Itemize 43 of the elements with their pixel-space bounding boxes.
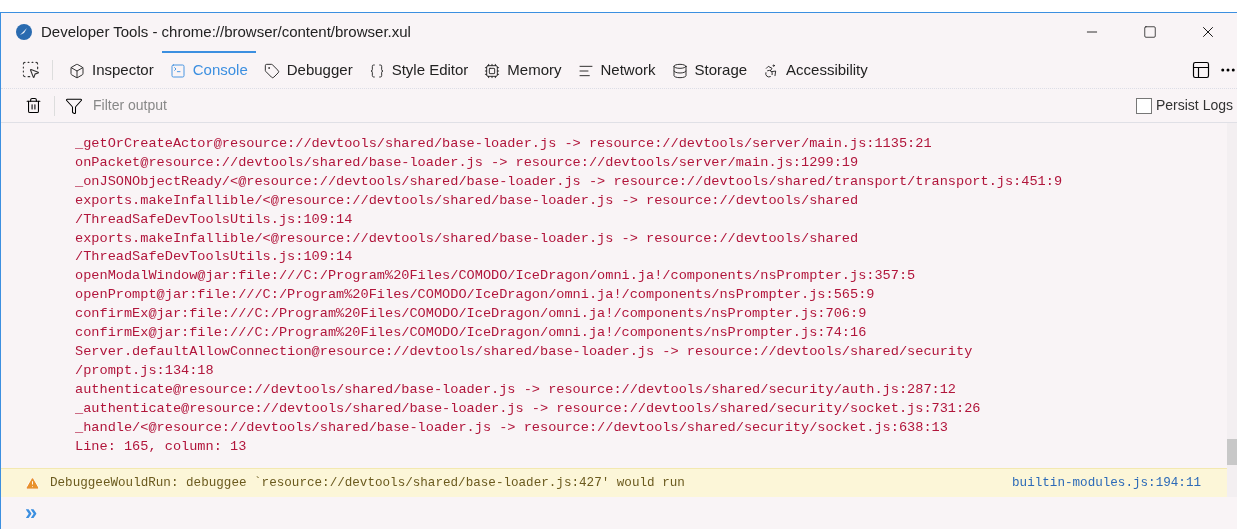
stack-trace-line: _authenticate@resource://devtools/shared/base-loader.js -> resource://devtools/shared/security/socket.js:731:26	[75, 399, 982, 418]
devtools-tab[interactable]: Network	[569, 50, 664, 89]
filter-icon	[65, 96, 83, 115]
devtools-tab[interactable]: Memory	[476, 50, 570, 89]
stack-trace-line: exports.makeInfallible/<@resource://devtools/shared/base-loader.js -> resource://devtools/shared	[75, 191, 860, 210]
stack-trace-line: confirmEx@jar:file:///C:/Program%20Files/COMODO/IceDragon/omni.ja!/components/nsPrompter.js:74:16	[75, 324, 868, 343]
stack-trace-line: openPrompt@jar:file:///C:/Program%20Files/COMODO/IceDragon/omni.ja!/components/nsPrompter.js:565:9	[75, 286, 876, 305]
database-icon	[671, 62, 688, 79]
stack-trace-line: /ThreadSafeDevToolsUtils.js:109:14	[75, 210, 354, 229]
stack-trace-line: authenticate@resource://devtools/shared/base-loader.js -> resource://devtools/shared/security/auth.js:287:12	[75, 380, 958, 399]
prompt-symbol: »	[25, 502, 38, 524]
scrollbar-thumb[interactable]	[1227, 439, 1237, 465]
globe-logo-icon	[15, 23, 33, 41]
stack-trace-line: /prompt.js:134:18	[75, 361, 215, 380]
filter-input[interactable]: Filter output	[93, 95, 1136, 116]
trash-icon[interactable]	[25, 97, 42, 114]
devtools-tab[interactable]: Debugger	[255, 50, 361, 89]
braces-icon	[368, 62, 385, 79]
layout-icon[interactable]	[1191, 59, 1211, 80]
persist-logs-checkbox[interactable]: Persist Logs	[1135, 95, 1233, 116]
warning-icon	[25, 475, 40, 491]
devtools-tab[interactable]: Storage	[663, 50, 756, 89]
stack-trace-line: exports.makeInfallible/<@resource://devtools/shared/base-loader.js -> resource://devtools/shared	[75, 229, 860, 248]
stack-trace-line: _handle/<@resource://devtools/shared/base-loader.js -> resource://devtools/shared/security/socket.js:638:13	[75, 418, 949, 437]
window-title: Developer Tools - chrome://browser/content/browser.xul	[41, 21, 411, 42]
tag-icon	[263, 62, 280, 79]
stack-trace-line: Line: 165, column: 13	[75, 437, 248, 456]
devtools-tab[interactable]: Inspector	[61, 50, 162, 89]
checkbox[interactable]	[1135, 97, 1152, 114]
stack-trace-line: _onJSONObjectReady/<@resource://devtools/shared/base-loader.js -> resource://devtools/shared/transport/transport.js:451:9	[75, 172, 1064, 191]
stack-trace-line: onPacket@resource://devtools/shared/base-loader.js -> resource://devtools/server/main.js:1299:19	[75, 153, 860, 172]
stack-trace-line: /ThreadSafeDevToolsUtils.js:109:14	[75, 248, 354, 267]
terminal-icon	[169, 62, 186, 79]
chip-icon	[484, 62, 501, 79]
devtools-tab[interactable]: Style Editor	[360, 50, 477, 89]
stack-trace-line: _getOrCreateActor@resource://devtools/shared/base-loader.js -> resource://devtools/server/main.js:1135:21	[75, 135, 933, 153]
warning-text: DebuggeeWouldRun: debuggee `resource://devtools/shared/base-loader.js:427' would run	[50, 474, 685, 492]
stack-trace-line: confirmEx@jar:file:///C:/Program%20Files/COMODO/IceDragon/omni.ja!/components/nsPrompter.js:706:9	[75, 305, 868, 324]
element-picker-icon[interactable]	[21, 60, 40, 79]
stack-trace-line: openModalWindow@jar:file:///C:/Program%20Files/COMODO/IceDragon/omni.ja!/components/nsPrompter.js:357:5	[75, 267, 917, 286]
devtools-tab[interactable]: Accessibility	[755, 50, 876, 89]
source-location-link[interactable]: builtin-modules.js:194:11	[1012, 473, 1201, 493]
stack-trace-line: Server.defaultAllowConnection@resource://devtools/shared/base-loader.js -> resource://devtools/shared/security	[75, 342, 974, 361]
